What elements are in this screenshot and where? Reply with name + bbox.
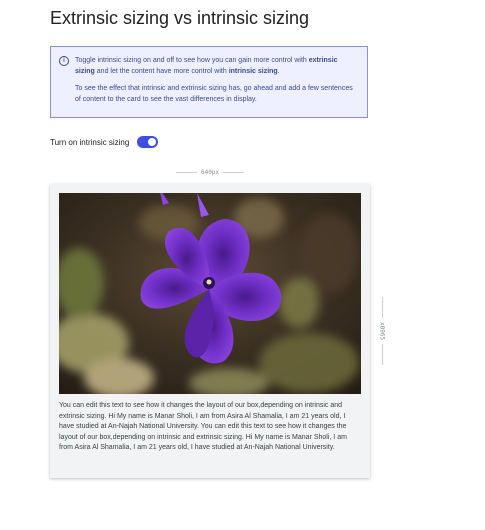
intrinsic-sizing-switch[interactable] [137,136,159,148]
toggle-label: Turn on intrinsic sizing [50,137,130,147]
dimension-line [176,171,197,173]
width-dimension-indicator: 640px [176,167,244,177]
dimension-line [223,171,244,173]
page-title: Extrinsic sizing vs intrinsic sizing [50,8,310,28]
flower-photo [59,193,361,394]
info-paragraph-1: Toggle intrinsic sizing on and off to se… [75,55,359,77]
info-icon: i [59,56,69,66]
info-callout: i Toggle intrinsic sizing on and off to … [50,46,368,118]
info-text: and let the content have more control wi… [94,68,229,75]
switch-knob [148,138,157,146]
intrinsic-toggle-row: Turn on intrinsic sizing [50,136,159,148]
content-card: You can edit this text to see how it cha… [50,184,370,478]
info-text: . [277,68,280,75]
info-text: Toggle intrinsic sizing on and off to se… [75,57,309,64]
card-body-text[interactable]: You can edit this text to see how it cha… [59,401,361,454]
dimension-line [381,297,383,318]
height-dimension-label: x0965 [378,321,386,341]
info-emphasis-intrinsic: intrinsic sizing [228,68,278,75]
flower-image-svg [59,193,361,394]
width-dimension-label: 640px [200,168,220,176]
info-paragraph-2: To see the effect that intrinsic and ext… [75,85,353,103]
height-dimension-indicator: x0965 [377,297,387,365]
dimension-line [381,344,383,365]
